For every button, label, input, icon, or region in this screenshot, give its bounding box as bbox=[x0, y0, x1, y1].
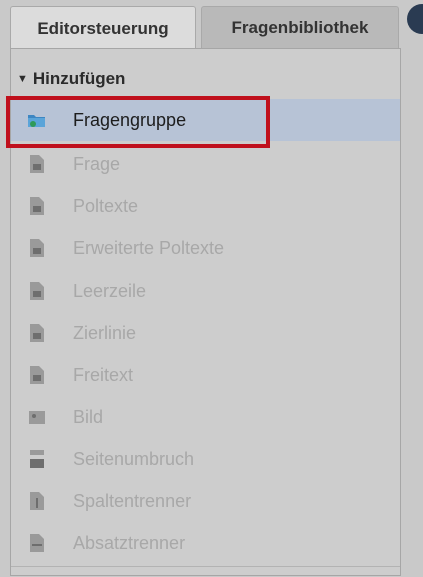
section-header-hinzufuegen[interactable]: ▼ Hinzufügen bbox=[11, 64, 400, 94]
item-label: Erweiterte Poltexte bbox=[73, 237, 225, 258]
document-icon bbox=[30, 282, 44, 300]
item-poltexte[interactable]: Poltexte bbox=[11, 185, 400, 227]
tab-bar: Editorsteuerung Fragenbibliothek bbox=[0, 0, 423, 50]
column-separator-icon bbox=[30, 492, 44, 510]
tab-fragenbibliothek[interactable]: Fragenbibliothek bbox=[201, 6, 399, 48]
item-label: Absatztrenner bbox=[73, 532, 186, 553]
paragraph-separator-icon bbox=[30, 534, 44, 552]
item-label: Freitext bbox=[73, 364, 134, 385]
document-icon bbox=[30, 197, 44, 215]
item-seitenumbruch[interactable]: Seitenumbruch bbox=[11, 438, 400, 480]
item-freitext[interactable]: Freitext bbox=[11, 354, 400, 396]
image-icon bbox=[29, 411, 45, 424]
tab-editorsteuerung[interactable]: Editorsteuerung bbox=[10, 6, 196, 50]
page-break-icon bbox=[30, 450, 44, 468]
item-label: Bild bbox=[73, 406, 104, 427]
item-label: Poltexte bbox=[73, 195, 139, 216]
document-icon bbox=[30, 155, 44, 173]
window-corner-decoration bbox=[407, 4, 423, 34]
item-label: Leerzeile bbox=[73, 280, 147, 301]
document-icon bbox=[30, 239, 44, 257]
expand-triangle-icon: ▼ bbox=[17, 73, 28, 85]
document-icon bbox=[30, 366, 44, 384]
item-spaltentrenner[interactable]: Spaltentrenner bbox=[11, 480, 400, 522]
item-zierlinie[interactable]: Zierlinie bbox=[11, 312, 400, 354]
item-erweiterte-poltexte[interactable]: Erweiterte Poltexte bbox=[11, 227, 400, 269]
item-label: Seitenumbruch bbox=[73, 448, 195, 469]
panel-divider bbox=[11, 566, 400, 567]
item-label: Zierlinie bbox=[73, 322, 137, 343]
highlight-box bbox=[6, 96, 270, 148]
item-frage[interactable]: Frage bbox=[11, 143, 400, 185]
item-bild[interactable]: Bild bbox=[11, 396, 400, 438]
item-label: Spaltentrenner bbox=[73, 490, 192, 511]
section-header-label: Hinzufügen bbox=[32, 69, 126, 88]
document-icon bbox=[30, 324, 44, 342]
item-absatztrenner[interactable]: Absatztrenner bbox=[11, 522, 400, 564]
item-leerzeile[interactable]: Leerzeile bbox=[11, 270, 400, 312]
item-label: Frage bbox=[73, 153, 121, 174]
